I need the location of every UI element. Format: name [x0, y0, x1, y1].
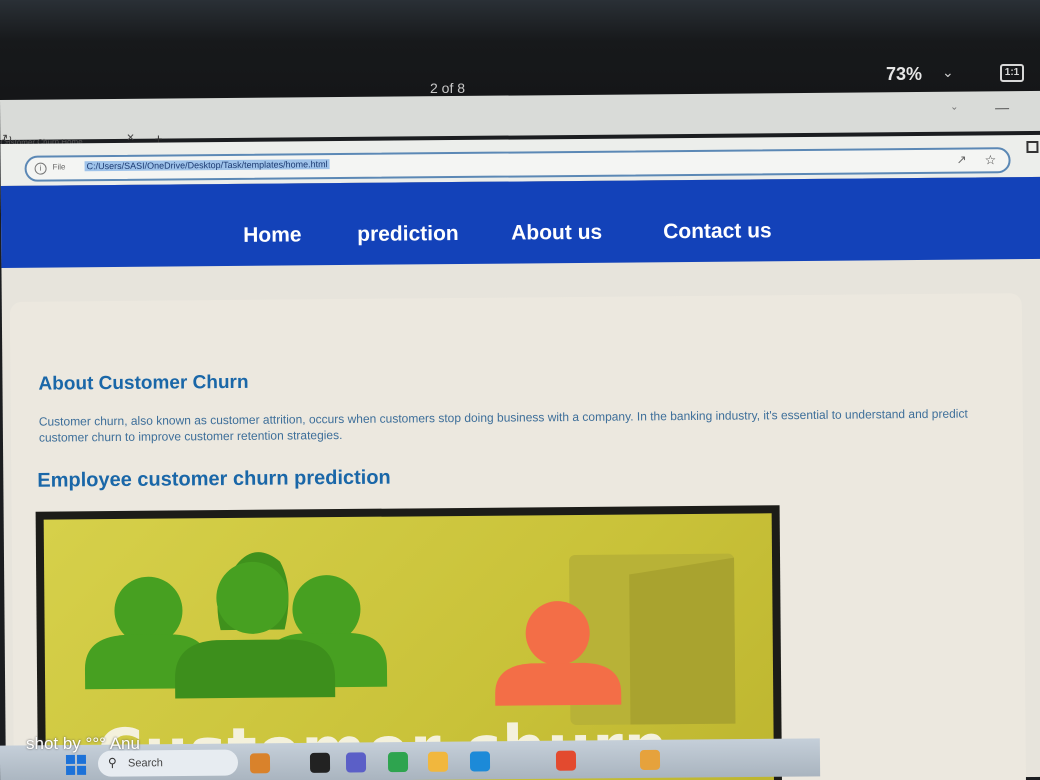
page-counter: 2 of 8 — [430, 80, 466, 96]
file-explorer-icon[interactable] — [427, 751, 449, 772]
reload-icon[interactable]: ↻ — [2, 132, 12, 146]
about-text: Customer churn, also known as customer a… — [38, 406, 968, 445]
windows-start-icon[interactable] — [65, 754, 87, 776]
browser-window: ⌄ — Customer Churn Home ✕ + ↻ i File C:/… — [0, 90, 1040, 780]
chevron-down-icon[interactable]: ⌄ — [942, 64, 954, 81]
chrome-icon[interactable] — [555, 750, 577, 771]
nav-about-link[interactable]: About us — [511, 221, 602, 246]
nav-home-link[interactable]: Home — [243, 223, 302, 248]
file-label: File — [52, 162, 66, 172]
customer-group-icon — [84, 552, 388, 699]
photo-watermark: shot by °°° Anu — [26, 734, 140, 753]
sidebar-toggle-icon[interactable] — [1026, 140, 1039, 154]
widgets-icon[interactable] — [249, 753, 271, 774]
about-title: About Customer Churn — [38, 371, 249, 395]
edge-icon[interactable] — [469, 751, 491, 772]
task-view-icon[interactable] — [309, 752, 331, 773]
share-icon[interactable]: ↗ — [956, 153, 966, 167]
minimize-icon[interactable]: — — [995, 99, 1009, 115]
nav-contact-link[interactable]: Contact us — [663, 219, 772, 244]
web-page: Home prediction About us Contact us Abou… — [0, 176, 1040, 780]
section-title: Employee customer churn prediction — [37, 466, 391, 492]
url-text[interactable]: C:/Users/SASI/OneDrive/Desktop/Task/temp… — [84, 159, 330, 172]
bookmark-star-icon[interactable]: ☆ — [984, 152, 996, 168]
whatsapp-icon[interactable] — [387, 752, 409, 773]
content-card: About Customer Churn Customer churn, als… — [9, 293, 1027, 780]
site-navbar: Home prediction About us Contact us — [0, 176, 1040, 268]
actual-size-button[interactable]: 1:1 — [1000, 64, 1024, 82]
app-icon[interactable] — [639, 749, 661, 770]
nav-prediction-link[interactable]: prediction — [357, 222, 459, 247]
search-icon: ⚲ — [107, 755, 117, 770]
info-icon[interactable]: i — [34, 162, 47, 175]
zoom-level[interactable]: 73% — [886, 64, 922, 85]
search-label: Search — [127, 757, 163, 770]
tab-list-chevron-icon[interactable]: ⌄ — [950, 102, 958, 113]
teams-icon[interactable] — [345, 752, 367, 773]
